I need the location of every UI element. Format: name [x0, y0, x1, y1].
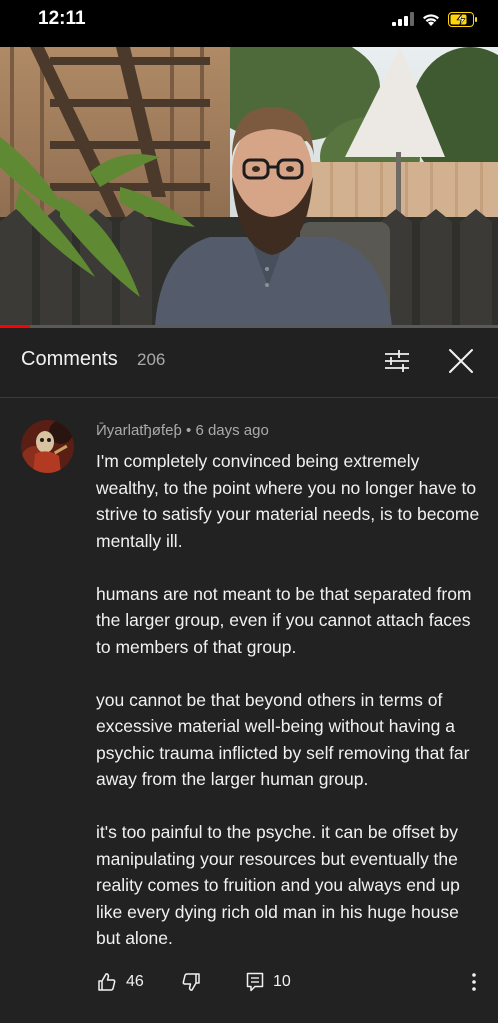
dislike-button[interactable]	[181, 970, 201, 994]
comment-paragraph: humans are not meant to be that separate…	[96, 583, 472, 657]
video-frame	[0, 47, 498, 327]
thumbs-down-icon	[182, 973, 200, 991]
meta-separator: •	[186, 422, 192, 439]
status-bar: 12:11	[0, 0, 498, 47]
wifi-icon	[423, 13, 439, 26]
reply-icon	[246, 972, 264, 992]
status-time: 12:11	[38, 8, 86, 29]
signal-icon	[392, 12, 414, 26]
comments-title: Comments	[21, 348, 118, 370]
reply-button[interactable]: 10	[246, 970, 291, 994]
more-vert-icon	[472, 973, 476, 991]
avatar-image	[21, 420, 74, 473]
comments-count: 206	[137, 350, 166, 369]
comment-meta: Ӣyarlatђøƭeƥ • 6 days ago	[96, 422, 269, 439]
close-icon	[449, 349, 473, 373]
status-icons	[392, 10, 478, 28]
comments-header: Comments 206	[0, 328, 498, 398]
like-count: 46	[126, 973, 144, 990]
reply-count: 10	[273, 973, 291, 990]
like-button[interactable]: 46	[97, 970, 144, 994]
comment-author[interactable]: Ӣyarlatђøƭeƥ	[96, 422, 182, 439]
filter-icon	[385, 350, 409, 372]
comment-item: Ӣyarlatђøƭeƥ • 6 days ago I'm completely…	[0, 398, 498, 1023]
close-comments-button[interactable]	[446, 346, 476, 376]
comment-paragraph: it's too painful to the psyche. it can b…	[96, 822, 460, 948]
avatar[interactable]	[21, 420, 74, 473]
comment-time[interactable]: 6 days ago	[195, 422, 268, 439]
more-options-button[interactable]	[463, 970, 485, 994]
comment-text: I'm completely convinced being extremely…	[96, 448, 481, 952]
battery-charging-icon	[448, 11, 477, 27]
filter-button[interactable]	[382, 346, 412, 376]
thumbs-up-icon	[98, 973, 116, 991]
video-player[interactable]	[0, 47, 498, 327]
comment-paragraph: you cannot be that beyond others in term…	[96, 689, 470, 790]
comment-paragraph: I'm completely convinced being extremely…	[96, 451, 480, 551]
